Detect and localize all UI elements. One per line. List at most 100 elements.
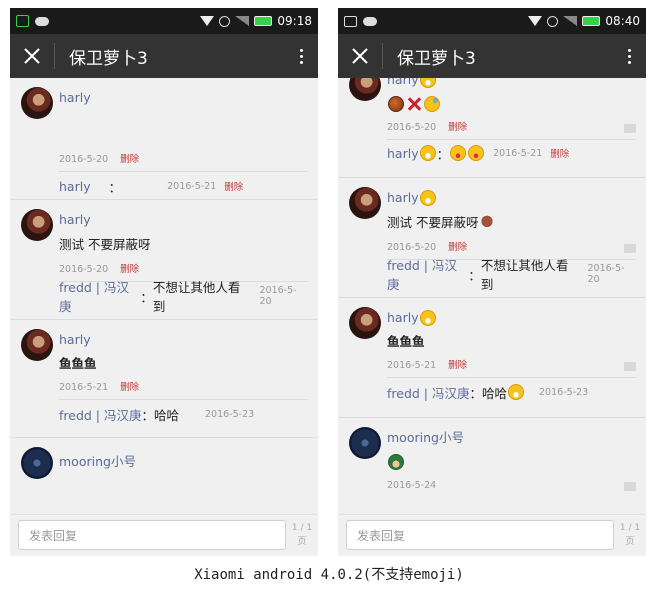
avatar[interactable] bbox=[21, 329, 53, 361]
avatar[interactable] bbox=[349, 78, 381, 101]
reply-bar: 发表回复 1 / 1 页 bbox=[338, 514, 646, 556]
reply-author[interactable]: fredd | 冯汉庚 bbox=[387, 255, 468, 293]
avatar[interactable] bbox=[21, 209, 53, 241]
title-divider bbox=[382, 43, 383, 69]
avatar[interactable] bbox=[21, 447, 53, 479]
post-emoji-row bbox=[387, 91, 636, 117]
grin-emoji-icon bbox=[419, 145, 436, 161]
close-button[interactable] bbox=[10, 34, 54, 78]
post-author[interactable]: mooring小号 bbox=[387, 427, 636, 449]
post-date: 2016-5-20 bbox=[59, 154, 109, 165]
reply-item: fredd | 冯汉庚 ： 哈哈 2016-5-23 bbox=[387, 377, 636, 407]
post-date: 2016-5-24 bbox=[387, 480, 437, 491]
post-text-content: 测试 不要屏蔽呀 bbox=[387, 215, 479, 230]
octopus-emoji-icon bbox=[479, 215, 496, 231]
post-list[interactable]: harly 2016-5-20 删除 harly ： 2016-5-21 删除 … bbox=[338, 78, 646, 514]
post-text: 测试 不要屏蔽呀 bbox=[59, 237, 151, 252]
caption: Xiaomi android 4.0.2(不支持emoji) bbox=[194, 567, 464, 583]
title-bar: 保卫萝卜3 bbox=[10, 34, 318, 78]
page-title: 保卫萝卜3 bbox=[397, 48, 476, 69]
reply-input[interactable]: 发表回复 bbox=[18, 520, 286, 550]
close-icon bbox=[352, 48, 368, 64]
post-list[interactable]: harly 2016-5-20 删除 harly ： 2016-5-21 删除 bbox=[10, 78, 318, 514]
post-item: mooring小号 bbox=[10, 438, 318, 508]
reply-author[interactable]: harly bbox=[59, 179, 91, 194]
avatar[interactable] bbox=[349, 427, 381, 459]
delete-link[interactable]: 删除 bbox=[448, 355, 467, 377]
tongue-emoji-icon bbox=[450, 145, 467, 161]
alarm-icon bbox=[547, 15, 559, 27]
grin-emoji-icon bbox=[508, 384, 525, 400]
post-author-name: harly bbox=[387, 310, 419, 325]
reply-author[interactable]: fredd | 冯汉庚 bbox=[387, 383, 469, 402]
reply-item: fredd | 冯汉庚 ： 不想让其他人看到 2016-5-20 bbox=[387, 258, 636, 292]
reply-sep: ： bbox=[436, 146, 450, 162]
avatar[interactable] bbox=[349, 307, 381, 339]
reply-input[interactable]: 发表回复 bbox=[346, 520, 614, 550]
post-item: harly 2016-5-20 删除 harly ： 2016-5-21 删除 bbox=[338, 78, 646, 178]
avatar[interactable] bbox=[349, 187, 381, 219]
delete-link[interactable]: 删除 bbox=[448, 117, 467, 139]
reply-delete-link[interactable]: 删除 bbox=[550, 146, 569, 160]
reply-text: 不想让其他人看到 bbox=[480, 258, 569, 292]
title-divider bbox=[54, 43, 55, 69]
signal-icon bbox=[563, 16, 578, 26]
reply-delete-link[interactable]: 删除 bbox=[224, 179, 243, 193]
delete-link[interactable]: 删除 bbox=[120, 377, 139, 399]
post-author[interactable]: harly bbox=[59, 209, 308, 231]
reply-item: harly ： 2016-5-21 删除 bbox=[59, 171, 308, 201]
page-indicator[interactable]: 1 / 1 页 bbox=[290, 521, 314, 549]
reply-author[interactable]: harly bbox=[387, 146, 419, 161]
post-text bbox=[59, 109, 308, 149]
wifi-icon bbox=[200, 16, 215, 26]
post-author[interactable]: harly bbox=[59, 87, 308, 109]
post-meta: 2016-5-20 删除 bbox=[387, 117, 636, 139]
post-author[interactable]: harly bbox=[387, 187, 636, 209]
avatar[interactable] bbox=[21, 87, 53, 119]
more-menu-button[interactable] bbox=[612, 34, 646, 78]
post-author[interactable]: harly bbox=[387, 307, 636, 329]
reply-author[interactable]: fredd | 冯汉庚 bbox=[59, 277, 140, 315]
page-count: 1 / 1 bbox=[291, 523, 313, 533]
reply-date: 2016-5-21 bbox=[493, 147, 543, 159]
grin-emoji-icon bbox=[419, 190, 436, 206]
post-author[interactable]: mooring小号 bbox=[59, 447, 308, 477]
notification-icon bbox=[16, 15, 29, 27]
reply-sep: ： bbox=[468, 267, 481, 283]
post-date: 2016-5-21 bbox=[59, 382, 109, 393]
status-bar: 09:18 bbox=[10, 8, 318, 34]
page-indicator[interactable]: 1 / 1 页 bbox=[618, 521, 642, 549]
signal-icon bbox=[235, 16, 250, 26]
post-emoji-row bbox=[387, 449, 636, 475]
post-item: harly 鱼鱼鱼 2016-5-21 删除 fredd | 冯汉庚 ： 哈哈 … bbox=[10, 320, 318, 438]
post-item: harly 鱼鱼鱼 2016-5-21 删除 fredd | 冯汉庚 ： 哈哈 bbox=[338, 298, 646, 418]
reply-sep: ： bbox=[141, 407, 154, 423]
status-time: 09:18 bbox=[277, 14, 312, 28]
post-author-name: harly bbox=[387, 78, 419, 87]
post-meta: 2016-5-24 bbox=[387, 475, 636, 497]
post-author[interactable]: harly bbox=[59, 329, 308, 351]
close-icon bbox=[24, 48, 40, 64]
more-menu-button[interactable] bbox=[284, 34, 318, 78]
comment-icon[interactable] bbox=[624, 243, 636, 253]
page-label: 页 bbox=[297, 537, 307, 547]
comment-icon[interactable] bbox=[624, 481, 636, 491]
alarm-icon bbox=[219, 15, 231, 27]
reply-text: 哈哈 bbox=[154, 407, 180, 423]
close-button[interactable] bbox=[338, 34, 382, 78]
reply-date: 2016-5-21 bbox=[167, 180, 217, 192]
reply-text: 不想让其他人看到 bbox=[152, 280, 241, 314]
comment-icon[interactable] bbox=[624, 123, 636, 133]
post-text: 测试 不要屏蔽呀 bbox=[387, 209, 636, 237]
comment-icon[interactable] bbox=[624, 361, 636, 371]
reply-sep: ： bbox=[108, 179, 122, 195]
reply-item: fredd | 冯汉庚 ： 不想让其他人看到 2016-5-20 bbox=[59, 280, 308, 314]
man-emoji-icon bbox=[388, 454, 404, 470]
post-item: mooring小号 2016-5-24 bbox=[338, 418, 646, 512]
delete-link[interactable]: 删除 bbox=[120, 149, 139, 171]
post-author[interactable]: harly bbox=[387, 78, 636, 91]
status-time: 08:40 bbox=[605, 14, 640, 28]
reply-date: 2016-5-23 bbox=[205, 408, 255, 420]
post-item: harly 测试 不要屏蔽呀 2016-5-20 删除 fredd | 冯汉庚 bbox=[338, 178, 646, 298]
reply-author[interactable]: fredd | 冯汉庚 bbox=[59, 405, 141, 424]
